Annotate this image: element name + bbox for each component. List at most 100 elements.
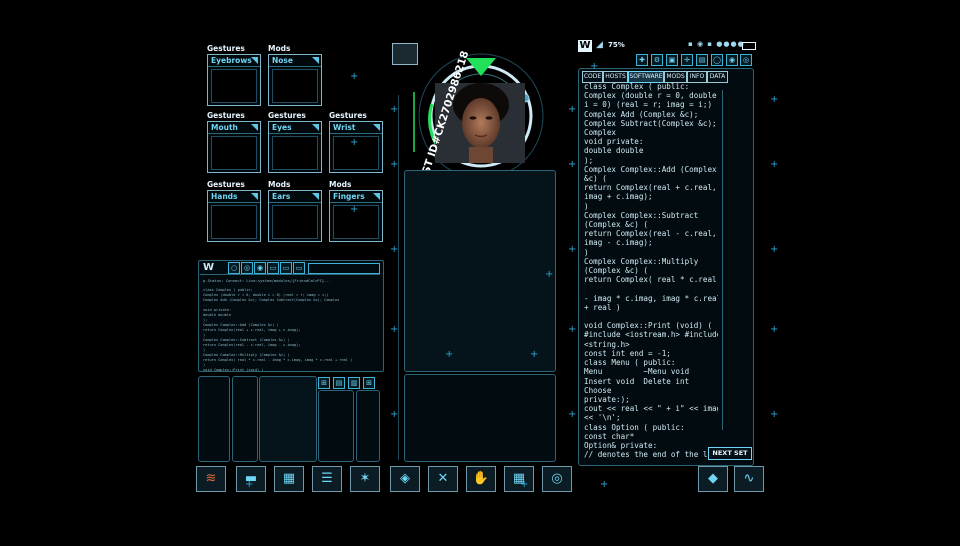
card-category: Gestures	[207, 44, 245, 53]
modifier-card[interactable]: Gestures Eyebrows	[207, 44, 261, 106]
status-dots: ▪ ◉ ▪ ●●●●	[688, 40, 745, 48]
fingerprint-icon[interactable]: ◎	[542, 466, 572, 492]
mini-progress-bar	[308, 263, 380, 274]
card-category: Gestures	[268, 111, 306, 120]
plus-marker-icon: +	[770, 324, 779, 335]
search-icon[interactable]: ✚	[636, 54, 648, 66]
settings-icon[interactable]: ⚙	[651, 54, 663, 66]
plus-marker-icon: +	[568, 159, 577, 170]
battery-icon	[742, 42, 756, 50]
plus-marker-icon: +	[590, 61, 599, 72]
mini-tool-5[interactable]: ▭	[280, 262, 292, 274]
corner-icon	[251, 57, 258, 64]
modifier-card[interactable]: Gestures Eyes	[268, 111, 322, 173]
center-panel-lower	[404, 374, 556, 462]
mini-terminal-toolbar: W ○ ◎ ◉ ▭ ▭ ▭	[200, 262, 380, 275]
card-body: Nose	[268, 54, 322, 106]
plus-marker-icon: +	[770, 94, 779, 105]
mini-terminal-header: p.Status: Connect: Live:system/modules/{…	[203, 278, 332, 283]
plus-marker-icon: +	[530, 349, 539, 360]
eye-icon[interactable]: ◎	[740, 54, 752, 66]
mini-tool-3[interactable]: ◉	[254, 262, 266, 274]
modifier-card[interactable]: Gestures Hands	[207, 180, 261, 242]
corner-icon	[312, 124, 319, 131]
mini-tool-2[interactable]: ◎	[241, 262, 253, 274]
slot-tool-1[interactable]: ⊞	[318, 377, 330, 389]
slot-2	[232, 376, 258, 462]
center-panel-side-line	[398, 95, 401, 460]
grid-icon[interactable]: ▦	[504, 466, 534, 492]
card-body: Fingers	[329, 190, 383, 242]
target-icon[interactable]: ◆	[698, 466, 728, 492]
slot-4	[318, 390, 354, 462]
battery-percent: 75%	[608, 41, 625, 49]
plus-marker-icon: +	[390, 244, 399, 255]
card-body: Hands	[207, 190, 261, 242]
westworld-logo: W	[578, 40, 592, 52]
right-toolbar: ✚ ⚙ ▣ ✛ ▤ ◯ ◉ ◎	[636, 54, 752, 66]
visibility-icon[interactable]: ◯	[711, 54, 723, 66]
mini-code: class Complex ( public: Complex (double …	[203, 288, 353, 372]
card-category: Mods	[329, 180, 352, 189]
westworld-logo: W	[203, 262, 215, 273]
mini-tool-4[interactable]: ▭	[267, 262, 279, 274]
body-icon[interactable]: ✶	[350, 466, 380, 492]
profile-icon[interactable]: ▦	[274, 466, 304, 492]
plus-marker-icon: +	[770, 244, 779, 255]
plus-marker-icon: +	[545, 269, 554, 280]
tools-icon[interactable]: ✕	[428, 466, 458, 492]
modifier-card[interactable]: Mods Ears	[268, 180, 322, 242]
graph-icon[interactable]: ∿	[734, 466, 764, 492]
plus-marker-icon: +	[350, 71, 359, 82]
slot-tool-2[interactable]: ▤	[333, 377, 345, 389]
hand-icon[interactable]: ✋	[466, 466, 496, 492]
plus-marker-icon: +	[245, 479, 254, 490]
plus-marker-icon: +	[770, 159, 779, 170]
card-slot	[211, 69, 257, 103]
slot-tool-4[interactable]: ⊞	[363, 377, 375, 389]
card-category: Mods	[268, 180, 291, 189]
slot-1	[198, 376, 230, 462]
plus-marker-icon: +	[568, 409, 577, 420]
card-slot	[211, 136, 257, 170]
code-editor[interactable]: class Complex ( public: Complex (double …	[584, 82, 718, 460]
plus-marker-icon: +	[350, 137, 359, 148]
card-category: Gestures	[329, 111, 367, 120]
next-set-button[interactable]: NEXT SET	[708, 447, 752, 460]
slot-3	[259, 376, 317, 462]
center-panel-main	[404, 170, 556, 372]
waveform-icon[interactable]: ≋	[196, 466, 226, 492]
diagnostics-icon[interactable]: ▣	[666, 54, 678, 66]
card-slot	[211, 205, 257, 239]
plus-marker-icon: +	[770, 409, 779, 420]
plus-marker-icon: +	[568, 104, 577, 115]
code-scrollbar[interactable]	[722, 90, 727, 430]
slot-tool-3[interactable]: ▥	[348, 377, 360, 389]
plus-marker-icon: +	[390, 159, 399, 170]
tools-icon[interactable]: ▤	[696, 54, 708, 66]
mini-tool-1[interactable]: ○	[228, 262, 240, 274]
corner-icon	[373, 193, 380, 200]
record-icon[interactable]: ◉	[726, 54, 738, 66]
modifier-card[interactable]: Gestures Mouth	[207, 111, 261, 173]
plus-marker-icon: +	[390, 409, 399, 420]
face-scan-icon[interactable]: ◈	[390, 466, 420, 492]
list-icon[interactable]: ☰	[312, 466, 342, 492]
plus-marker-icon: +	[445, 349, 454, 360]
card-category: Gestures	[207, 180, 245, 189]
modifier-card[interactable]: Mods Nose	[268, 44, 322, 106]
card-body: Ears	[268, 190, 322, 242]
wifi-icon: ◢	[596, 40, 603, 50]
slot-5	[356, 390, 380, 462]
corner-icon	[251, 124, 258, 131]
plus-marker-icon: +	[600, 479, 609, 490]
plus-marker-icon: +	[390, 324, 399, 335]
corner-icon	[312, 193, 319, 200]
card-body: Eyebrows	[207, 54, 261, 106]
plus-marker-icon: +	[520, 479, 529, 490]
mini-tool-6[interactable]: ▭	[293, 262, 305, 274]
move-icon[interactable]: ✛	[681, 54, 693, 66]
corner-icon	[312, 57, 319, 64]
card-body: Mouth	[207, 121, 261, 173]
card-body: Eyes	[268, 121, 322, 173]
